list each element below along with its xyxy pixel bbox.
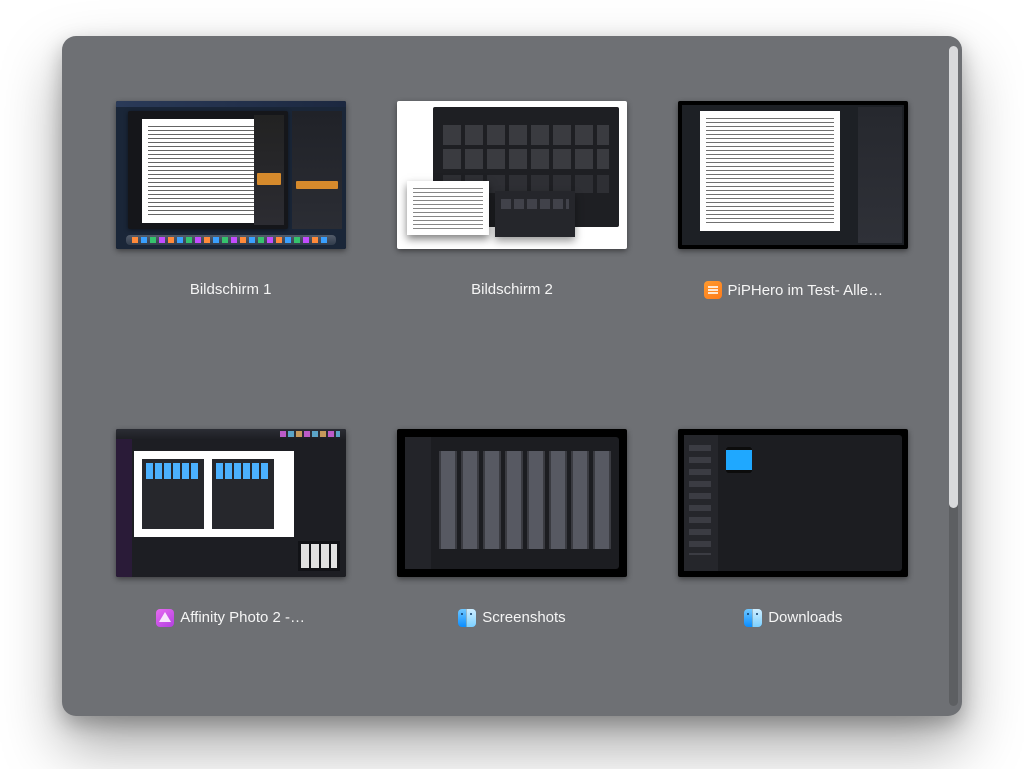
window-label: Bildschirm 1 <box>190 281 272 298</box>
scrollbar-thumb[interactable] <box>949 46 958 508</box>
icon-grid <box>726 447 894 559</box>
window-label: PiPHero im Test- Alle… <box>728 282 884 299</box>
window-item-bildschirm-1[interactable]: Bildschirm 1 <box>112 101 349 349</box>
window-label: Affinity Photo 2 -… <box>180 609 305 626</box>
finder-icon <box>744 609 762 627</box>
window-thumbnail <box>678 429 908 577</box>
window-item-piphero[interactable]: PiPHero im Test- Alle… <box>675 101 912 349</box>
window-thumbnail <box>397 101 627 249</box>
window-item-screenshots[interactable]: Screenshots <box>393 429 630 677</box>
window-switcher-panel: Bildschirm 1 Bildschirm 2 <box>62 36 962 716</box>
window-label: Downloads <box>768 609 842 626</box>
window-thumbnail <box>116 429 346 577</box>
affinity-photo-icon <box>156 609 174 627</box>
window-thumbnail <box>397 429 627 577</box>
finder-icon <box>458 609 476 627</box>
window-label: Screenshots <box>482 609 565 626</box>
window-thumbnail <box>678 101 908 249</box>
window-thumbnail <box>116 101 346 249</box>
pages-icon <box>704 281 722 299</box>
window-item-downloads[interactable]: Downloads <box>675 429 912 677</box>
scrollbar[interactable] <box>949 46 958 706</box>
window-label: Bildschirm 2 <box>471 281 553 298</box>
thumbnail-grid: Bildschirm 1 Bildschirm 2 <box>62 36 942 716</box>
window-item-affinity[interactable]: Affinity Photo 2 -… <box>112 429 349 677</box>
window-item-bildschirm-2[interactable]: Bildschirm 2 <box>393 101 630 349</box>
